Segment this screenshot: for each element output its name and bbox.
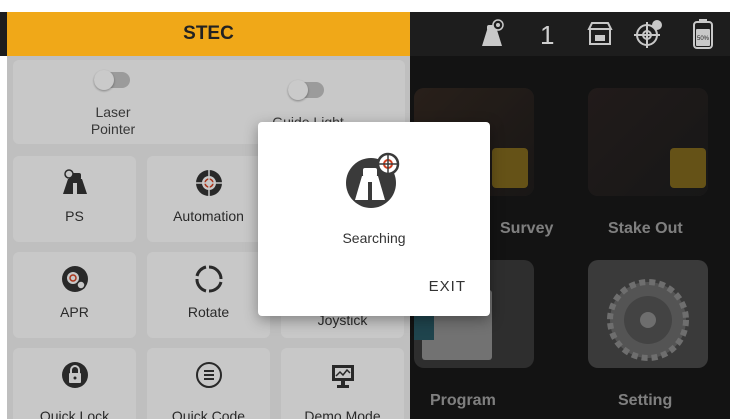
laser-pointer-label: Laser Pointer	[90, 104, 136, 137]
dialog-message: Searching	[342, 230, 406, 246]
searching-dialog: Searching EXIT	[258, 122, 490, 316]
rotate-label: Rotate	[187, 304, 230, 320]
laser-pointer-toggle[interactable]	[94, 70, 130, 90]
ps-button[interactable]: PS	[13, 156, 136, 242]
home-tile-setting[interactable]	[588, 260, 708, 368]
lock-icon	[61, 362, 88, 388]
quick-code-label: Quick Code	[171, 408, 246, 419]
home-tile-setting-label: Setting	[618, 392, 673, 409]
survey-mode-icon[interactable]	[476, 18, 508, 50]
store-icon[interactable]	[584, 18, 616, 50]
battery-level: 50%	[697, 36, 710, 42]
automation-button[interactable]: Automation	[147, 156, 270, 242]
quick-code-button[interactable]: Quick Code	[147, 348, 270, 419]
status-count: 1	[540, 20, 555, 50]
home-tile-stake-out-label: Stake Out	[608, 220, 683, 237]
quick-lock-button[interactable]: Quick Lock	[13, 348, 136, 419]
quick-lock-label: Quick Lock	[39, 408, 110, 419]
home-tile-stake-out[interactable]	[588, 88, 708, 196]
rotate-icon	[195, 265, 222, 293]
binoculars-icon	[62, 169, 87, 194]
apr-button[interactable]: APR	[13, 252, 136, 338]
demo-mode-button[interactable]: Demo Mode	[281, 348, 404, 419]
home-tile-survey-label: Survey	[500, 220, 554, 237]
rotate-button[interactable]: Rotate	[147, 252, 270, 338]
apr-label: APR	[60, 304, 89, 320]
automation-label: Automation	[173, 208, 244, 224]
battery-icon: 50%	[693, 19, 713, 49]
satellite-icon[interactable]	[632, 18, 664, 50]
home-tile-program-label: Program	[430, 392, 496, 409]
demo-icon	[331, 365, 354, 388]
ps-label: PS	[65, 208, 84, 224]
exit-button[interactable]: EXIT	[429, 278, 466, 295]
demo-mode-label: Demo Mode	[304, 408, 381, 419]
app-title: STEC	[7, 12, 410, 56]
binoculars-search-icon	[346, 152, 400, 208]
top-bar: STEC 1 50%	[0, 12, 730, 56]
guide-light-toggle[interactable]	[288, 80, 324, 100]
list-icon	[195, 362, 222, 388]
apr-search-icon	[61, 266, 88, 292]
target-icon	[195, 170, 222, 196]
